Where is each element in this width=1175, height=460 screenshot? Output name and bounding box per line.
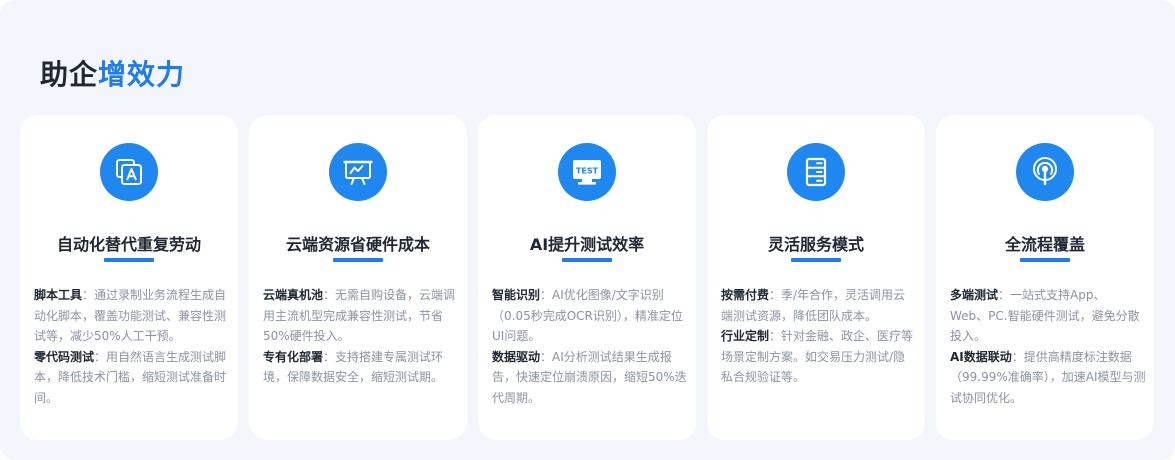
desc-label: AI数据联动 [950,349,1012,364]
card-description: 按需付费：季/年合作，灵活调用云端测试资源，降低团队成本。 行业定制：针对金融、… [721,285,917,388]
card-description: 多端测试：一站式支持App、 Web、PC.智能硬件测试，避免分散投入。 AI数… [950,285,1146,408]
test-icon-label: TEST [576,167,599,176]
desc-item: 云端真机池：无需自购设备，云端调用主流机型完成兼容性测试，节省50%硬件投入。 [263,285,459,347]
desc-label: 云端真机池 [263,288,324,302]
section-heading: 助企增效力 [40,55,185,95]
card-title: 灵活服务模式 [767,235,864,254]
a-layers-icon [100,143,158,201]
title-underline [1020,258,1070,262]
desc-item: 多端测试：一站式支持App、 Web、PC.智能硬件测试，避免分散投入。 [950,285,1146,347]
desc-label: 多端测试 [950,288,999,302]
card-title: 全流程覆盖 [1004,235,1085,254]
heading-part-accent: 增效力 [98,58,186,91]
server-cabinet-icon [787,143,845,201]
title-underline [104,258,154,262]
card-title: 云端资源省硬件成本 [285,235,430,254]
card-title: 自动化替代重复劳动 [56,235,201,254]
desc-label: 数据驱动 [492,349,541,364]
desc-label: 专有化部署 [263,349,324,364]
desc-label: 脚本工具 [34,288,83,302]
feature-cards: 自动化替代重复劳动 脚本工具：通过录制业务流程生成自动化脚本，覆盖功能测试、兼容… [20,115,1154,440]
feature-card-automation: 自动化替代重复劳动 脚本工具：通过录制业务流程生成自动化脚本，覆盖功能测试、兼容… [20,115,238,440]
card-description: 智能识别：AI优化图像/文字识别（0.05秒完成OCR识别），精准定位UI问题。… [492,285,688,408]
desc-item: AI数据联动：提供高精度标注数据（99.99%准确率），加速AI模型与测试协同优… [950,347,1146,409]
title-underline [562,258,612,262]
card-description: 脚本工具：通过录制业务流程生成自动化脚本，覆盖功能测试、兼容性测试等，减少50%… [34,285,230,408]
presentation-board-icon [329,143,387,201]
title-underline [333,258,383,262]
desc-item: 行业定制：针对金融、政企、医疗等场景定制方案。如交易压力测试/隐私合规验证等。 [721,326,917,388]
heading-part-dark: 助企 [40,58,99,91]
desc-label: 按需付费 [721,288,770,302]
test-monitor-icon: TEST [558,143,616,201]
desc-label: 零代码测试 [34,349,95,364]
feature-card-cloud: 云端资源省硬件成本 云端真机池：无需自购设备，云端调用主流机型完成兼容性测试，节… [249,115,467,440]
title-underline [791,258,841,262]
desc-item: 数据驱动：AI分析测试结果生成报告，快速定位崩溃原因，缩短50%迭代周期。 [492,347,688,409]
desc-label: 智能识别 [492,288,541,302]
features-panel: 助企增效力 自动化替代重复劳动 脚本工具：通过录制业务流程生成自动化脚本，覆盖功… [0,0,1175,460]
desc-item: 智能识别：AI优化图像/文字识别（0.05秒完成OCR识别），精准定位UI问题。 [492,285,688,347]
broadcast-signal-icon [1016,143,1074,201]
desc-item: 专有化部署：支持搭建专属测试环境，保障数据安全，缩短测试期。 [263,347,459,388]
card-description: 云端真机池：无需自购设备，云端调用主流机型完成兼容性测试，节省50%硬件投入。 … [263,285,459,388]
desc-item: 脚本工具：通过录制业务流程生成自动化脚本，覆盖功能测试、兼容性测试等，减少50%… [34,285,230,347]
feature-card-full-process: 全流程覆盖 多端测试：一站式支持App、 Web、PC.智能硬件测试，避免分散投… [936,115,1154,440]
desc-label: 行业定制 [721,329,770,343]
desc-item: 按需付费：季/年合作，灵活调用云端测试资源，降低团队成本。 [721,285,917,326]
desc-item: 零代码测试：用自然语言生成测试脚本，降低技术门槛，缩短测试准备时间。 [34,347,230,409]
feature-card-service: 灵活服务模式 按需付费：季/年合作，灵活调用云端测试资源，降低团队成本。 行业定… [707,115,925,440]
card-title: AI提升测试效率 [529,235,645,254]
feature-card-ai: TEST AI提升测试效率 智能识别：AI优化图像/文字识别（0.05秒完成OC… [478,115,696,440]
